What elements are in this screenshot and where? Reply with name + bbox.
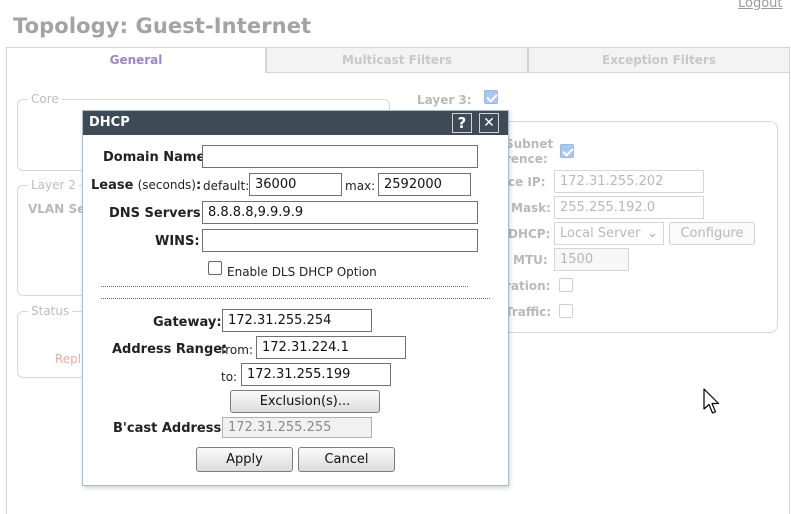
configure-button[interactable]: Configure [669,222,755,245]
wins-input[interactable] [202,229,478,252]
cancel-button[interactable]: Cancel [298,447,395,472]
lease-max-input[interactable]: 2592000 [378,173,471,196]
dialog-title: DHCP [89,115,130,130]
lease-unit: (seconds) [137,178,196,192]
mouse-cursor-icon [703,388,720,414]
tab-general[interactable]: General [6,47,266,73]
apply-button[interactable]: Apply [196,447,293,472]
logout-link[interactable]: Logout [738,0,783,11]
lease-default-label: default: [203,179,250,193]
traffic-checkbox[interactable] [559,304,573,318]
domain-name-input[interactable] [202,145,478,168]
lease-label: Lease (seconds): [91,178,201,193]
help-icon[interactable]: ? [452,113,472,133]
range-to-input[interactable]: 172.31.255.199 [241,363,391,386]
domain-name-label: Domain Name: [103,150,211,165]
layer3-label: Layer 3: [417,93,472,107]
lease-max-label: max: [345,179,376,193]
layer3-checkbox[interactable] [484,90,498,104]
lease-colon: : [196,178,202,193]
dns-servers-input[interactable]: 8.8.8.8,9.9.9.9 [202,201,478,224]
divider [101,298,490,299]
lease-text: Lease [91,178,134,193]
address-range-label: Address Range: [112,342,228,357]
gateway-label: Gateway: [153,315,222,330]
range-from-label: from: [221,343,253,357]
divider [101,286,468,287]
subnet-label-2: rence: [505,152,548,166]
wins-label: WINS: [155,234,200,249]
bcast-address-input[interactable]: 172.31.255.255 [222,417,372,438]
close-icon[interactable]: ✕ [479,113,499,133]
chevron-down-icon: ⌄ [647,226,658,241]
core-legend: Core [28,92,62,106]
ration-label: ration: [505,279,551,293]
tab-bar: General Multicast Filters Exception Filt… [6,47,790,73]
layer2-legend: Layer 2 [28,178,79,192]
dns-servers-label: DNS Servers: [109,206,206,221]
page-title: Topology: Guest-Internet [13,14,312,38]
traffic-label: Traffic: [505,305,552,319]
tab-multicast-filters[interactable]: Multicast Filters [266,47,528,73]
status-text: Repl [55,352,82,366]
interface-ip-label: ce IP: [508,175,546,189]
interface-ip-field[interactable]: 172.31.255.202 [554,170,704,193]
dhcp-dialog: DHCP ? ✕ Domain Name: Lease (seconds): d… [82,110,509,486]
mask-label: Mask: [511,201,551,215]
dhcp-label: DHCP: [508,227,551,241]
exclusions-button[interactable]: Exclusion(s)... [230,390,380,413]
dhcp-select[interactable]: Local Server ⌄ [554,222,664,245]
mtu-field[interactable]: 1500 [554,248,629,271]
bcast-address-label: B'cast Address: [113,421,227,436]
dls-dhcp-option-checkbox[interactable] [208,261,222,275]
tab-exception-filters[interactable]: Exception Filters [528,47,790,73]
lease-default-input[interactable]: 36000 [249,173,342,196]
gateway-input[interactable]: 172.31.255.254 [222,309,372,332]
ration-checkbox[interactable] [559,278,573,292]
dls-dhcp-option-label: Enable DLS DHCP Option [227,265,377,279]
status-legend: Status [28,304,73,318]
range-from-input[interactable]: 172.31.224.1 [256,336,406,359]
dialog-titlebar[interactable]: DHCP ? ✕ [83,111,508,135]
subnet-checkbox[interactable] [560,144,574,158]
subnet-label: Subnet [505,137,554,151]
vlan-settings-label: VLAN Se [28,202,86,216]
mask-field[interactable]: 255.255.192.0 [554,196,704,219]
mtu-label: MTU: [513,253,548,267]
range-to-label: to: [221,370,238,384]
